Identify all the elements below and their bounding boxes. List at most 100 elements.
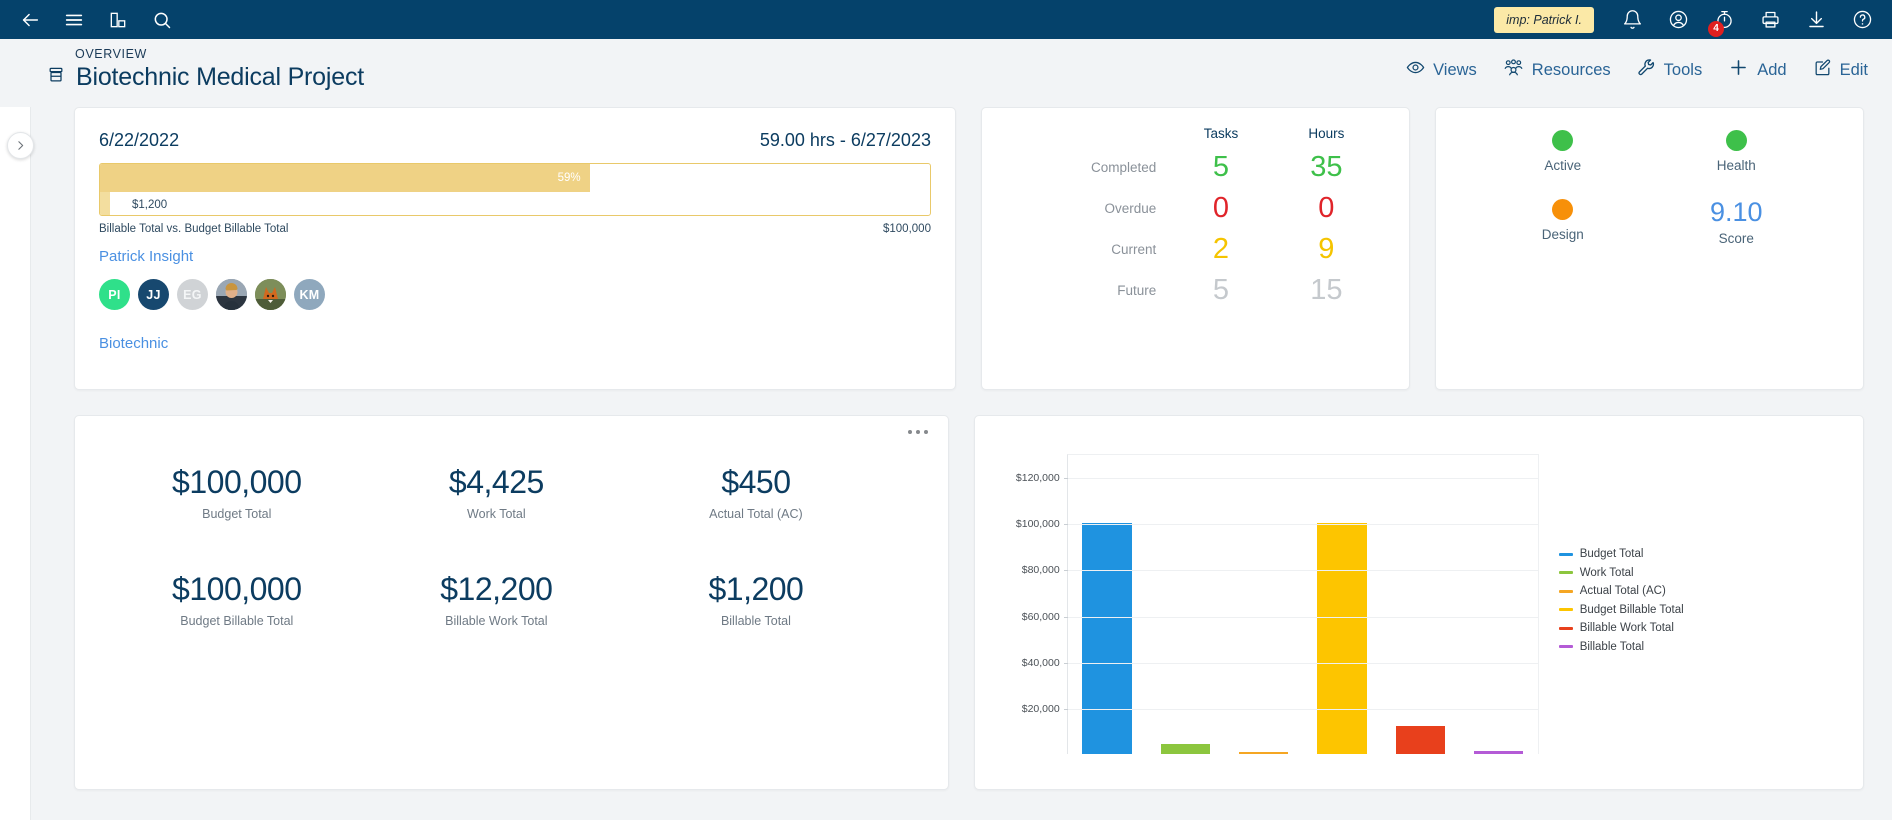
tasks-value[interactable]: 2 bbox=[1168, 229, 1273, 270]
table-row: Overdue 0 0 bbox=[1002, 188, 1379, 229]
top-nav-right-icons: imp: Patrick I. 4 bbox=[1494, 0, 1884, 39]
avatar[interactable]: EG bbox=[177, 279, 208, 310]
search-icon[interactable] bbox=[140, 0, 184, 39]
progress-percent-label: 59% bbox=[557, 172, 581, 184]
chart-legend-item[interactable]: Work Total bbox=[1558, 566, 1684, 579]
dashboard-row-2: $100,000 Budget Total $4,425 Work Total $450… bbox=[74, 415, 1864, 790]
status-item: Active bbox=[1476, 130, 1649, 173]
row-label: Current bbox=[1111, 242, 1157, 257]
billable-value-label: $1,200 bbox=[131, 198, 168, 211]
bell-icon[interactable] bbox=[1610, 0, 1654, 39]
add-button[interactable]: Add bbox=[1728, 57, 1787, 83]
avatar[interactable] bbox=[255, 279, 286, 310]
chart-gridline bbox=[1067, 570, 1538, 572]
tools-label: Tools bbox=[1663, 60, 1703, 79]
impersonation-badge[interactable]: imp: Patrick I. bbox=[1494, 6, 1594, 33]
team-avatars: PI JJ EG KM bbox=[99, 279, 931, 310]
chart-bar[interactable] bbox=[1317, 523, 1367, 754]
chart-bar[interactable] bbox=[1395, 725, 1445, 754]
chart-y-tick-label: $100,000 bbox=[1015, 518, 1060, 531]
page-header-actions: Views Resources Tools Add Edit bbox=[1406, 57, 1868, 83]
page-header-left: OVERVIEW Biotechnic Medical Project bbox=[46, 47, 364, 92]
chart-tick-mark bbox=[1063, 478, 1068, 480]
hours-value[interactable]: 9 bbox=[1274, 229, 1379, 270]
tasks-value[interactable]: 5 bbox=[1168, 270, 1273, 311]
avatar[interactable] bbox=[216, 279, 247, 310]
download-icon[interactable] bbox=[1794, 0, 1838, 39]
table-header-row: Tasks Hours bbox=[1002, 126, 1379, 147]
chart-gridline bbox=[1067, 662, 1538, 664]
chart-legend-item[interactable]: Billable Work Total bbox=[1558, 622, 1684, 634]
add-label: Add bbox=[1757, 60, 1787, 79]
top-navigation-bar: imp: Patrick I. 4 bbox=[0, 0, 1892, 39]
avatar[interactable]: KM bbox=[294, 279, 325, 310]
chevron-right-icon bbox=[18, 141, 24, 150]
chart-legend-item[interactable]: Budget Total bbox=[1558, 548, 1684, 560]
legend-label: Budget Total bbox=[1579, 548, 1644, 560]
project-hours-end-date: 59.00 hrs - 6/27/2023 bbox=[759, 130, 931, 150]
edit-button[interactable]: Edit bbox=[1813, 58, 1868, 82]
tools-button[interactable]: Tools bbox=[1637, 58, 1703, 82]
financial-bar-chart-card: $120,000 $100,000 $80,000 $60,000 $40,000 $20… bbox=[973, 415, 1864, 790]
kpi-caption: Work Total bbox=[467, 507, 526, 521]
back-arrow-icon[interactable] bbox=[8, 0, 52, 39]
legend-swatch bbox=[1558, 571, 1573, 574]
kpi-item: $12,200 Billable Work Total bbox=[367, 571, 627, 628]
legend-label: Actual Total (AC) bbox=[1579, 585, 1666, 597]
legend-label: Work Total bbox=[1579, 566, 1634, 579]
kpi-value: $100,000 bbox=[172, 464, 302, 500]
tasks-hours-card: Tasks Hours Completed 5 35 Overdue 0 0 Current… bbox=[980, 107, 1411, 390]
chart-legend-item[interactable]: Budget Billable Total bbox=[1558, 604, 1684, 616]
chart-legend-item[interactable]: Actual Total (AC) bbox=[1558, 585, 1684, 597]
status-dot bbox=[1552, 130, 1574, 151]
biotechnic-link[interactable]: Biotechnic bbox=[99, 335, 931, 352]
timer-icon[interactable]: 4 bbox=[1702, 0, 1746, 39]
chart-tick-mark bbox=[1063, 708, 1068, 710]
legend-label: Billable Total bbox=[1579, 640, 1645, 653]
resources-label: Resources bbox=[1531, 60, 1611, 79]
hours-value[interactable]: 0 bbox=[1274, 188, 1379, 229]
tasks-hours-table: Tasks Hours Completed 5 35 Overdue 0 0 Current… bbox=[1002, 126, 1379, 311]
legend-swatch bbox=[1558, 645, 1573, 648]
views-button[interactable]: Views bbox=[1406, 58, 1477, 82]
resources-button[interactable]: Resources bbox=[1503, 58, 1611, 82]
tasks-value[interactable]: 0 bbox=[1168, 188, 1273, 229]
kpi-item: $100,000 Budget Total bbox=[107, 464, 367, 521]
avatar[interactable]: PI bbox=[99, 279, 130, 310]
chart-legend: Budget Total Work Total Actual Total (AC) B… bbox=[1558, 548, 1684, 653]
row-label: Overdue bbox=[1104, 201, 1157, 216]
reports-icon[interactable] bbox=[96, 0, 140, 39]
chart-y-tick-label: $60,000 bbox=[1021, 610, 1060, 623]
chart-y-tick-label: $120,000 bbox=[1015, 472, 1060, 485]
tasks-value[interactable]: 5 bbox=[1168, 147, 1273, 188]
breadcrumb: OVERVIEW bbox=[75, 47, 147, 61]
chart-y-tick-label: $40,000 bbox=[1021, 656, 1060, 669]
chart-bar[interactable] bbox=[1238, 752, 1289, 754]
hours-value[interactable]: 15 bbox=[1274, 270, 1379, 311]
chart-bar[interactable] bbox=[1082, 523, 1132, 754]
kpi-item: $450 Actual Total (AC) bbox=[626, 464, 886, 521]
chart-gridline bbox=[1067, 524, 1538, 526]
ellipsis-icon[interactable] bbox=[907, 430, 928, 434]
row-label: Future bbox=[1117, 283, 1157, 298]
chart-area: $120,000 $100,000 $80,000 $60,000 $40,000 $20… bbox=[989, 430, 1853, 790]
chart-bar[interactable] bbox=[1160, 743, 1210, 754]
sidebar-expand-toggle[interactable] bbox=[7, 132, 34, 159]
row-label: Completed bbox=[1091, 160, 1157, 175]
table-row: Current 2 9 bbox=[1002, 229, 1379, 270]
help-icon[interactable] bbox=[1840, 0, 1884, 39]
user-account-icon[interactable] bbox=[1656, 0, 1700, 39]
avatar[interactable]: JJ bbox=[138, 279, 169, 310]
patrick-insight-link[interactable]: Patrick Insight bbox=[99, 248, 931, 265]
status-label: Active bbox=[1544, 158, 1582, 173]
score-value: 9.10 bbox=[1709, 197, 1763, 227]
progress-card-header: 6/22/2022 59.00 hrs - 6/27/2023 bbox=[99, 130, 931, 151]
chart-legend-item[interactable]: Billable Total bbox=[1558, 640, 1684, 653]
status-label: Score bbox=[1718, 231, 1754, 246]
hours-value[interactable]: 35 bbox=[1274, 147, 1379, 188]
hamburger-menu-icon[interactable] bbox=[52, 0, 96, 39]
printer-icon[interactable] bbox=[1748, 0, 1792, 39]
chart-bar[interactable] bbox=[1473, 751, 1524, 754]
table-row: Future 5 15 bbox=[1002, 270, 1379, 311]
dashboard-row-1: 6/22/2022 59.00 hrs - 6/27/2023 59% $1,2… bbox=[74, 107, 1864, 390]
